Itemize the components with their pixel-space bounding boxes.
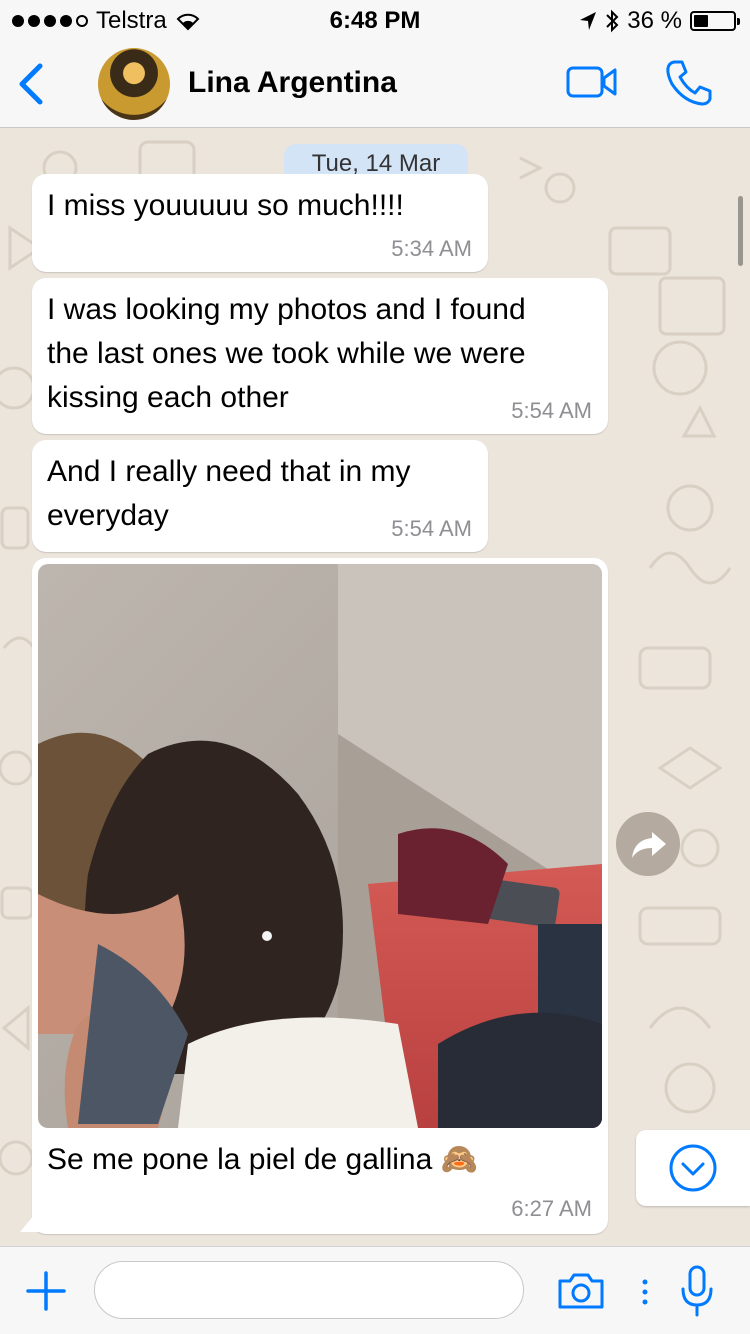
battery-level-fill bbox=[694, 15, 708, 27]
scroll-indicator bbox=[738, 196, 743, 266]
photo-message-bubble[interactable]: Se me pone la piel de gallina 🙈 6:27 AM bbox=[32, 558, 608, 1234]
scroll-down-icon bbox=[669, 1144, 717, 1192]
message-text: I was looking my photos and I found the … bbox=[47, 293, 526, 414]
contact-avatar[interactable] bbox=[98, 48, 170, 120]
message-text: And I really need that in my everyday bbox=[47, 455, 411, 532]
bluetooth-icon bbox=[606, 9, 619, 33]
message-time: 5:54 AM bbox=[391, 516, 472, 541]
message-bubble[interactable]: And I really need that in my everyday 5:… bbox=[32, 440, 488, 552]
message-input[interactable] bbox=[94, 1261, 524, 1319]
plus-icon[interactable] bbox=[26, 1271, 66, 1311]
video-call-icon[interactable] bbox=[566, 64, 618, 100]
battery-percentage: 36 % bbox=[627, 7, 682, 34]
status-bar: Telstra 6:48 PM 36 % bbox=[0, 0, 750, 40]
message-bubble[interactable]: I was looking my photos and I found the … bbox=[32, 278, 608, 434]
whatsapp-chat-screen: Telstra 6:48 PM 36 % Lina Argentina Tue,… bbox=[0, 0, 750, 1334]
photo-image bbox=[38, 564, 602, 1128]
status-right: 36 % bbox=[579, 7, 740, 35]
message-text: I miss youuuuu so much!!!! bbox=[47, 189, 404, 222]
message-time: 5:34 AM bbox=[391, 236, 472, 261]
photo-attachment[interactable] bbox=[38, 564, 602, 1128]
back-chevron-icon[interactable] bbox=[12, 60, 52, 108]
location-arrow-icon bbox=[580, 12, 597, 30]
more-dots-icon[interactable] bbox=[640, 1277, 650, 1307]
message-time: 5:54 AM bbox=[511, 398, 592, 423]
battery-icon bbox=[690, 11, 740, 31]
forward-icon bbox=[632, 832, 666, 858]
camera-icon[interactable] bbox=[556, 1271, 606, 1311]
chat-header: Lina Argentina bbox=[0, 40, 750, 128]
message-bubble[interactable]: I miss youuuuu so much!!!! 5:34 AM bbox=[32, 174, 488, 272]
photo-caption: Se me pone la piel de gallina 🙈 bbox=[47, 1143, 478, 1176]
microphone-icon[interactable] bbox=[680, 1265, 714, 1317]
forward-button[interactable] bbox=[616, 812, 680, 876]
contact-name[interactable]: Lina Argentina bbox=[188, 66, 397, 100]
scroll-to-bottom-button[interactable] bbox=[636, 1130, 750, 1206]
phone-icon[interactable] bbox=[664, 58, 714, 108]
message-time: 6:27 AM bbox=[511, 1196, 592, 1221]
input-bar bbox=[0, 1246, 750, 1334]
